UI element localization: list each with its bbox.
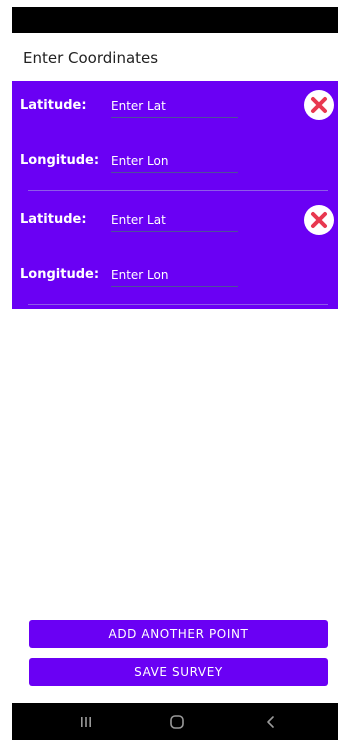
home-icon[interactable]: [167, 712, 187, 732]
longitude-input-1[interactable]: [111, 151, 238, 171]
latitude-field-container: [111, 209, 238, 232]
navigation-bar: [12, 703, 338, 740]
close-circle-icon: [304, 90, 334, 120]
latitude-field-container: [111, 95, 238, 118]
latitude-label: Latitude:: [20, 98, 87, 113]
latitude-label: Latitude:: [20, 212, 87, 227]
page-title: Enter Coordinates: [23, 49, 159, 67]
longitude-row-1: Longitude:: [12, 146, 338, 176]
latitude-row-1: Latitude:: [12, 91, 338, 121]
longitude-label: Longitude:: [20, 267, 100, 282]
longitude-field-container: [111, 264, 238, 287]
back-icon[interactable]: [261, 712, 281, 732]
point-divider: [28, 190, 328, 191]
recent-apps-icon[interactable]: [76, 712, 96, 732]
point-divider: [28, 304, 328, 305]
status-bar: [12, 7, 338, 33]
longitude-label: Longitude:: [20, 153, 100, 168]
save-survey-button[interactable]: SAVE SURVEY: [29, 658, 328, 686]
delete-point-button-2[interactable]: [304, 205, 334, 235]
latitude-row-2: Latitude:: [12, 205, 338, 235]
longitude-input-2[interactable]: [111, 265, 238, 285]
delete-point-button-1[interactable]: [304, 90, 334, 120]
close-circle-icon: [304, 205, 334, 235]
latitude-input-2[interactable]: [111, 210, 238, 230]
longitude-field-container: [111, 150, 238, 173]
longitude-row-2: Longitude:: [12, 260, 338, 290]
coordinates-panel: Latitude: Longitude: Latitude: Longitude…: [12, 81, 338, 309]
latitude-input-1[interactable]: [111, 96, 238, 116]
add-another-point-button[interactable]: ADD ANOTHER POINT: [29, 620, 328, 648]
